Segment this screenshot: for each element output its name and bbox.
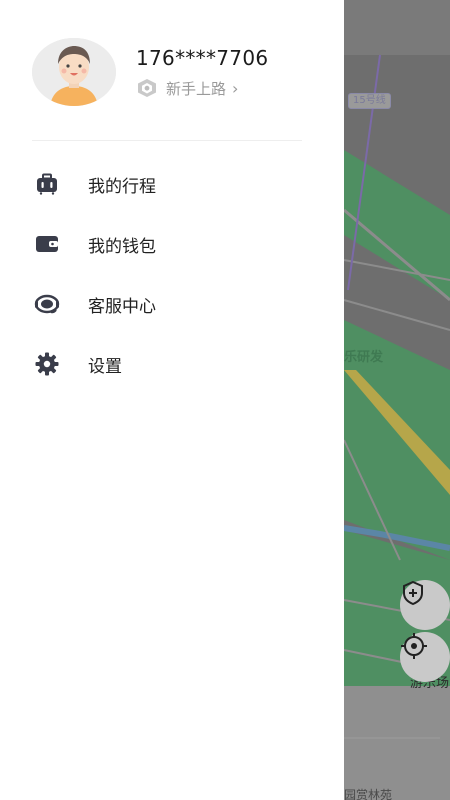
safety-shield-button[interactable] <box>400 580 450 630</box>
user-level-label: 新手上路 <box>166 79 227 98</box>
avatar-boy-icon <box>32 38 116 106</box>
menu-item-label: 设置 <box>88 356 122 377</box>
level-badge-icon <box>138 79 156 97</box>
map-poi-label: 乐研发 <box>344 350 384 365</box>
menu-item-settings[interactable]: 设置 <box>0 334 344 394</box>
divider <box>32 140 302 141</box>
menu-item-my-wallet[interactable]: 我的钱包 <box>0 214 344 274</box>
chevron-right-icon: › <box>232 78 239 98</box>
metro-line-badge: 15号线 <box>348 93 391 109</box>
locate-button[interactable] <box>400 632 450 682</box>
menu-item-label: 客服中心 <box>88 296 156 317</box>
avatar[interactable] <box>32 38 116 106</box>
headset-icon <box>34 291 60 317</box>
user-phone-number: 176****7706 <box>136 46 269 70</box>
menu-item-label: 我的钱包 <box>88 236 156 257</box>
side-drawer: 176****7706 新手上路 › 我的行程 我的钱包 客服中心 设置 <box>0 0 344 800</box>
menu-item-customer-service[interactable]: 客服中心 <box>0 274 344 334</box>
crosshair-icon <box>401 633 427 659</box>
map-poi-label: 园赏林苑 <box>344 788 393 800</box>
menu-item-my-trips[interactable]: 我的行程 <box>0 154 344 214</box>
drawer-menu: 我的行程 我的钱包 客服中心 设置 <box>0 154 344 394</box>
user-level-link[interactable]: 新手上路 › <box>136 78 238 98</box>
wallet-icon <box>34 231 60 257</box>
user-profile-header[interactable]: 176****7706 新手上路 › <box>32 38 312 108</box>
shield-icon <box>403 580 423 606</box>
menu-item-label: 我的行程 <box>88 176 156 197</box>
gear-icon <box>34 351 60 377</box>
luggage-icon <box>34 171 60 197</box>
